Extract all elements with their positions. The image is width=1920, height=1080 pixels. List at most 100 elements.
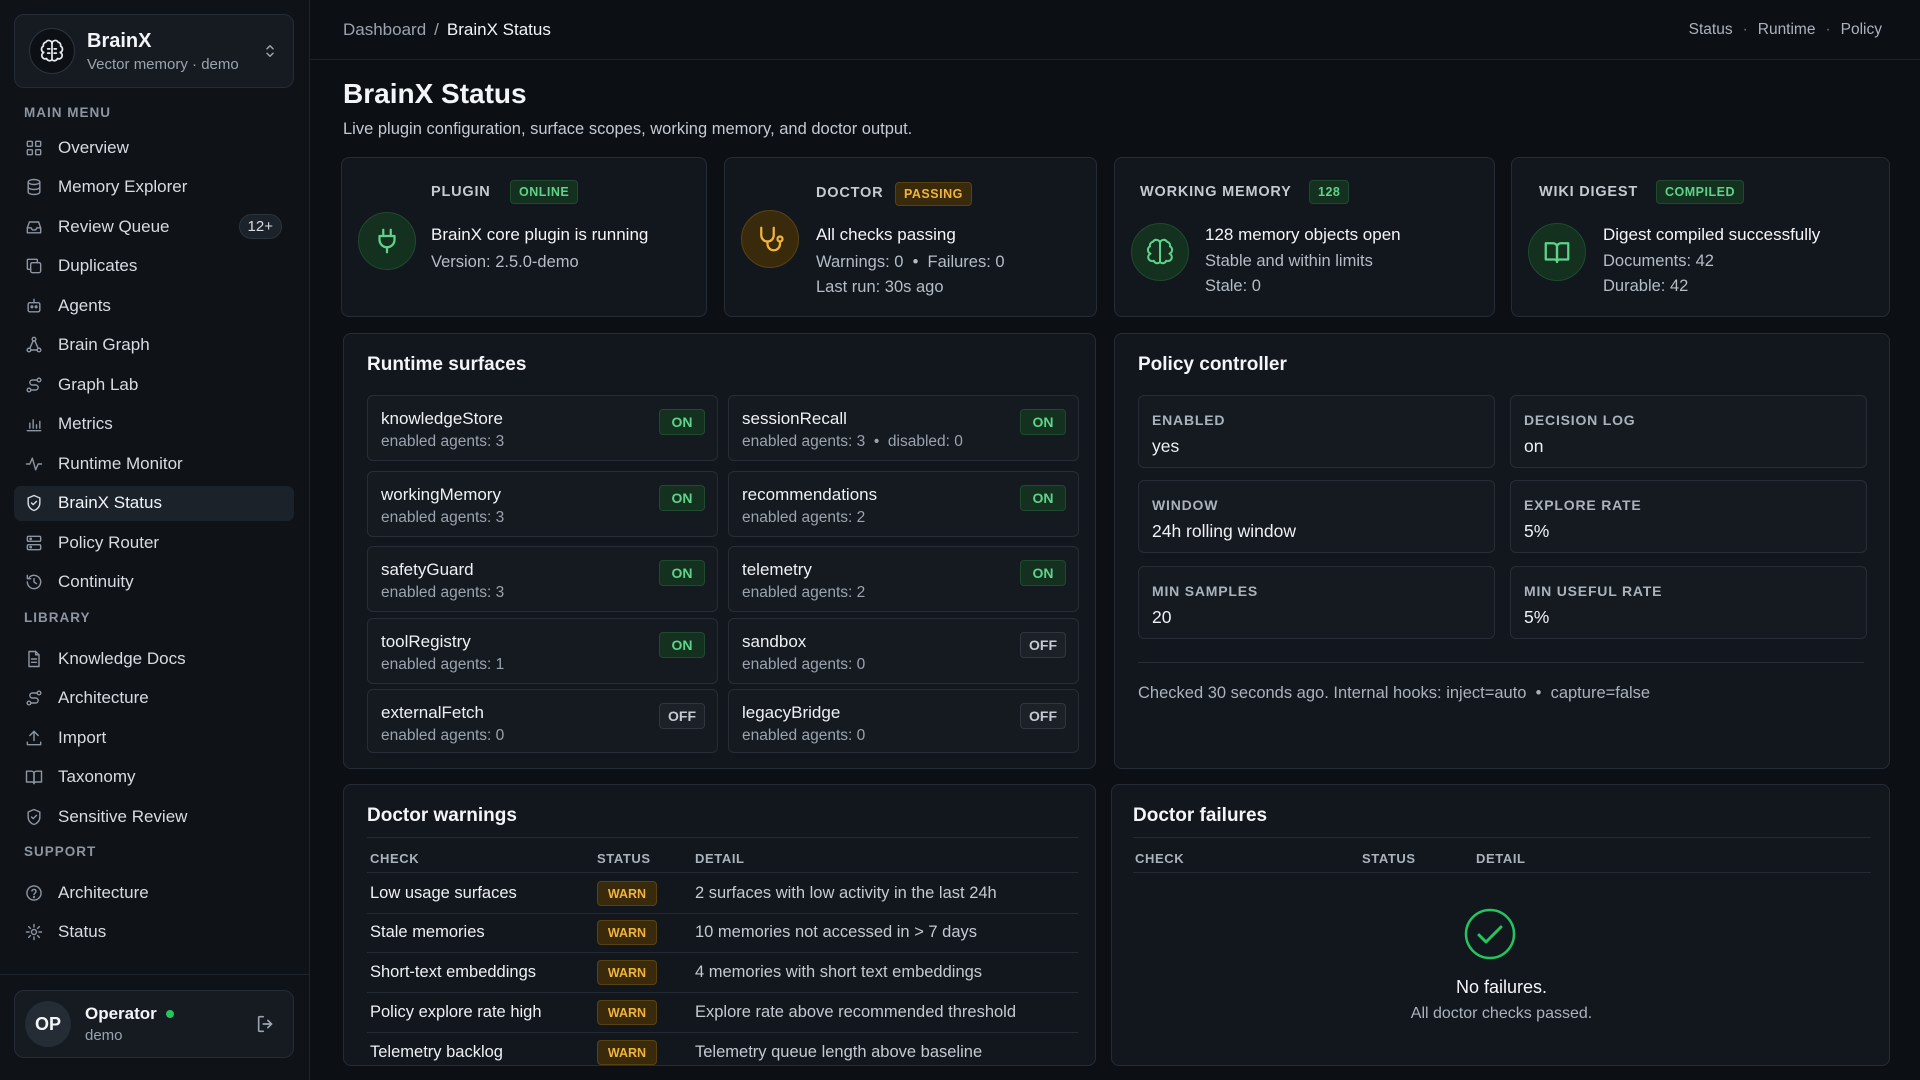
sidebar-item-continuity[interactable]: Continuity <box>14 565 294 600</box>
wiki-digest-status-badge: COMPILED <box>1656 180 1744 204</box>
avatar: OP <box>25 1001 71 1047</box>
link-runtime[interactable]: Runtime <box>1758 21 1816 38</box>
surface-meta: enabled agents: 2 <box>742 584 866 601</box>
sidebar-item-import[interactable]: Import <box>14 720 294 755</box>
link-policy[interactable]: Policy <box>1841 21 1882 38</box>
surface-toggle[interactable]: ON <box>1020 560 1066 586</box>
surface-knowledgeStore: knowledgeStore enabled agents: 3 ON <box>367 395 718 461</box>
surface-meta: enabled agents: 3 <box>381 509 505 526</box>
surface-toggle[interactable]: ON <box>659 485 705 511</box>
sidebar-item-policy-router[interactable]: Policy Router <box>14 525 294 560</box>
surface-toggle[interactable]: OFF <box>1020 632 1066 658</box>
working-memory-health: Stable and within limits <box>1205 252 1373 270</box>
sidebar: BrainX Vector memory · demo MAIN MENU Ov… <box>0 0 310 1080</box>
sidebar-item-graph-lab[interactable]: Graph Lab <box>14 367 294 402</box>
sidebar-item-label: Import <box>58 727 107 747</box>
sidebar-item-overview[interactable]: Overview <box>14 130 294 165</box>
policy-field-value: 20 <box>1152 607 1172 627</box>
surface-recommendations: recommendations enabled agents: 2 ON <box>728 471 1079 537</box>
sidebar-item-runtime-monitor[interactable]: Runtime Monitor <box>14 446 294 481</box>
divider <box>1133 837 1871 838</box>
surface-toggle[interactable]: ON <box>659 632 705 658</box>
surface-toggle[interactable]: OFF <box>1020 703 1066 729</box>
stethoscope-icon <box>741 210 799 268</box>
sidebar-item-metrics[interactable]: Metrics <box>14 407 294 442</box>
sidebar-item-status[interactable]: Status <box>14 915 294 950</box>
sidebar-item-sensitive-review[interactable]: Sensitive Review <box>14 799 294 834</box>
surface-toggle[interactable]: ON <box>659 560 705 586</box>
warning-status-badge: WARN <box>597 960 657 985</box>
warning-check: Telemetry backlog <box>370 1043 503 1061</box>
working-memory-card: WORKING MEMORY 128 128 memory objects op… <box>1114 157 1495 317</box>
surface-telemetry: telemetry enabled agents: 2 ON <box>728 546 1079 612</box>
divider <box>1138 662 1864 663</box>
doctor-last-run: Last run: 30s ago <box>816 278 944 296</box>
surface-toggle[interactable]: ON <box>1020 485 1066 511</box>
breadcrumb-dashboard[interactable]: Dashboard <box>343 20 426 39</box>
policy-field-label: ENABLED <box>1152 412 1226 428</box>
working-memory-stale: Stale: 0 <box>1205 277 1261 295</box>
warning-detail: 4 memories with short text embeddings <box>695 963 983 981</box>
brand-subtitle: Vector memory · demo <box>87 55 239 73</box>
doctor-status-badge: PASSING <box>895 182 972 206</box>
surface-name: legacyBridge <box>742 703 841 722</box>
sidebar-item-agents[interactable]: Agents <box>14 288 294 323</box>
surface-externalFetch: externalFetch enabled agents: 0 OFF <box>367 689 718 753</box>
sidebar-item-knowledge-docs[interactable]: Knowledge Docs <box>14 641 294 676</box>
divider <box>0 974 310 975</box>
surface-meta: enabled agents: 3 <box>381 584 505 601</box>
surface-name: externalFetch <box>381 703 484 722</box>
surface-toggle[interactable]: ON <box>659 409 705 435</box>
sidebar-item-label: Architecture <box>58 688 149 707</box>
sidebar-item-architecture[interactable]: Architecture <box>14 875 294 910</box>
surface-name: sandbox <box>742 632 807 651</box>
warning-check: Low usage surfaces <box>370 884 517 902</box>
surface-safetyGuard: safetyGuard enabled agents: 3 ON <box>367 546 718 612</box>
route-icon <box>26 376 42 393</box>
link-status[interactable]: Status <box>1689 21 1733 38</box>
surface-name: knowledgeStore <box>381 409 503 428</box>
empty-state-subtitle: All doctor checks passed. <box>1410 1005 1593 1022</box>
user-card[interactable]: OP Operator demo <box>14 990 294 1058</box>
doctor-failures-title: Doctor failures <box>1133 805 1268 826</box>
bot-icon <box>27 298 41 313</box>
sidebar-item-memory-explorer[interactable]: Memory Explorer <box>14 170 294 205</box>
working-memory-label: WORKING MEMORY <box>1140 184 1292 200</box>
policy-field-min-useful-rate: MIN USEFUL RATE 5% <box>1510 566 1867 639</box>
shield-icon <box>27 494 41 512</box>
inbox-icon <box>26 220 42 234</box>
warning-status-badge: WARN <box>597 1040 657 1065</box>
policy-field-decision-log: DECISION LOG on <box>1510 395 1867 468</box>
policy-field-value: 24h rolling window <box>1152 521 1296 541</box>
sidebar-item-label: Duplicates <box>58 256 138 275</box>
sidebar-item-architecture[interactable]: Architecture <box>14 681 294 716</box>
sidebar-item-review-queue[interactable]: Review Queue 12+ <box>14 209 294 244</box>
workspace-switcher[interactable]: BrainX Vector memory · demo <box>14 14 294 88</box>
sidebar-item-brainx-status[interactable]: BrainX Status <box>14 485 294 521</box>
policy-field-label: EXPLORE RATE <box>1524 497 1642 513</box>
working-memory-main-text: 128 memory objects open <box>1205 225 1401 244</box>
sidebar-item-taxonomy[interactable]: Taxonomy <box>14 760 294 795</box>
surface-toggle[interactable]: ON <box>1020 409 1066 435</box>
policy-field-enabled: ENABLED yes <box>1138 395 1495 468</box>
upload-icon <box>26 730 42 745</box>
gear-icon <box>25 923 43 941</box>
chevrons-up-down-icon <box>266 45 274 57</box>
file-text-icon <box>28 650 40 667</box>
bar-chart-icon <box>26 419 42 432</box>
surface-name: telemetry <box>742 560 812 579</box>
warning-status-badge: WARN <box>597 1000 657 1025</box>
col-check: CHECK <box>1135 851 1185 866</box>
surface-name: workingMemory <box>381 485 501 504</box>
doctor-label: DOCTOR <box>816 185 884 201</box>
history-icon <box>26 574 42 590</box>
surface-toggle[interactable]: OFF <box>659 703 705 729</box>
sidebar-item-duplicates[interactable]: Duplicates <box>14 249 294 284</box>
warning-check: Short-text embeddings <box>370 963 537 981</box>
warning-check: Stale memories <box>370 923 485 941</box>
sidebar-item-brain-graph[interactable]: Brain Graph <box>14 328 294 363</box>
surface-meta: enabled agents: 1 <box>381 656 505 673</box>
logout-icon[interactable] <box>255 1013 277 1035</box>
sidebar-item-label: Memory Explorer <box>58 177 188 196</box>
policy-field-label: MIN USEFUL RATE <box>1524 583 1663 599</box>
